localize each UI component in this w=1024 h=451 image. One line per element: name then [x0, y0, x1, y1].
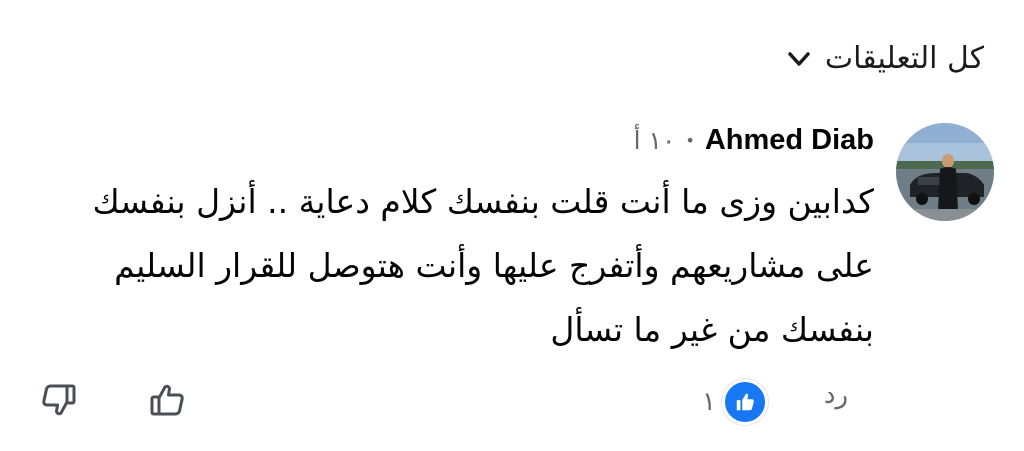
- comment-line: بنفسك من غير ما تسأل: [550, 310, 874, 349]
- comment-line: على مشاريعهم وأتفرج عليها وأنت هتوصل للق…: [114, 246, 874, 285]
- reply-button[interactable]: رد: [824, 380, 848, 410]
- thumbs-up-icon: [150, 384, 184, 416]
- comments-filter-dropdown[interactable]: كل التعليقات: [785, 36, 984, 82]
- comment-line: كدابين وزى ما أنت قلت بنفسك كلام دعاية .…: [92, 182, 875, 221]
- chevron-down-icon: [785, 45, 813, 73]
- downvote-button[interactable]: [36, 378, 80, 422]
- reaction-summary[interactable]: ١: [702, 379, 768, 425]
- comments-filter-label: كل التعليقات: [824, 41, 984, 76]
- comment-header: Ahmed Diab • ١٠ أ: [634, 120, 874, 160]
- comment-text: كدابين وزى ما أنت قلت بنفسك كلام دعاية .…: [74, 170, 875, 362]
- upvote-button[interactable]: [146, 378, 190, 422]
- avatar[interactable]: [896, 123, 994, 221]
- author-name[interactable]: Ahmed Diab: [705, 124, 874, 157]
- separator-dot: •: [685, 130, 695, 150]
- comment-timestamp[interactable]: ١٠ أ: [634, 126, 676, 155]
- avatar-photo: [896, 123, 994, 221]
- thumbs-down-icon: [42, 384, 76, 416]
- reaction-count: ١: [702, 387, 716, 417]
- like-reaction-icon: [722, 379, 768, 425]
